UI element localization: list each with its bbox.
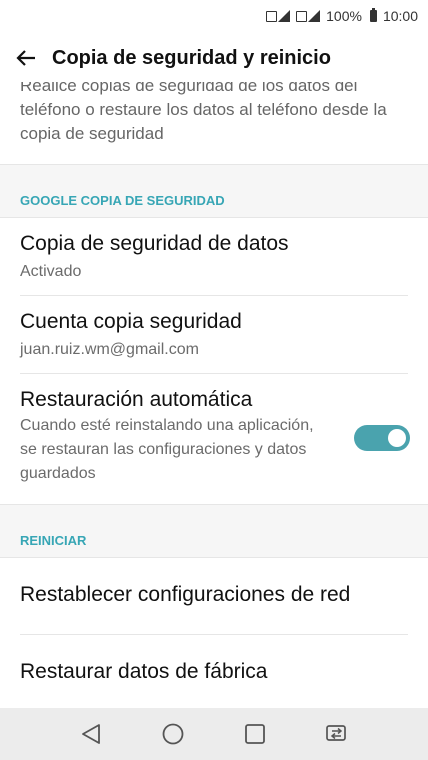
back-icon[interactable] xyxy=(71,714,111,754)
backup-account-item[interactable]: Cuenta copia seguridad juan.ruiz.wm@gmai… xyxy=(0,296,428,374)
app-bar: Copia de seguridad y reinicio xyxy=(0,34,428,82)
item-subtitle: juan.ruiz.wm@gmail.com xyxy=(20,341,199,358)
back-arrow-icon[interactable] xyxy=(2,34,50,82)
reset-network-item[interactable]: Restablecer configuraciones de red xyxy=(0,558,428,635)
status-bar: 100% 10:00 xyxy=(0,0,428,32)
settings-list[interactable]: Realice copias de seguridad de los datos… xyxy=(0,82,428,708)
item-subtitle: Cuando esté reinstalando una aplicación,… xyxy=(20,417,314,482)
battery-icon xyxy=(369,8,377,22)
item-title: Restaurar datos de fábrica xyxy=(20,660,268,683)
section-header-reset: REINICIAR xyxy=(0,505,428,557)
dual-window-icon[interactable] xyxy=(317,714,357,754)
backup-data-item[interactable]: Copia de seguridad de datos Activado xyxy=(0,218,428,296)
item-title: Restauración automática xyxy=(20,388,253,411)
toggle-knob xyxy=(388,429,406,447)
clock: 10:00 xyxy=(382,8,418,24)
section-description: Realice copias de seguridad de los datos… xyxy=(20,82,387,143)
sim2-signal-icon xyxy=(296,10,321,22)
auto-restore-toggle[interactable] xyxy=(354,425,410,451)
item-title: Copia de seguridad de datos xyxy=(20,232,289,255)
page-title: Copia de seguridad y reinicio xyxy=(52,46,331,69)
recents-icon[interactable] xyxy=(235,714,275,754)
battery-percent: 100% xyxy=(326,8,362,24)
item-subtitle: Activado xyxy=(20,263,82,280)
home-icon[interactable] xyxy=(153,714,193,754)
item-title: Cuenta copia seguridad xyxy=(20,310,242,333)
auto-restore-item[interactable]: Restauración automática Cuando esté rein… xyxy=(0,374,428,504)
navigation-bar xyxy=(0,708,428,760)
section-header-google-backup: GOOGLE COPIA DE SEGURIDAD xyxy=(0,165,428,217)
factory-reset-item[interactable]: Restaurar datos de fábrica xyxy=(0,635,428,708)
item-title: Restablecer configuraciones de red xyxy=(20,583,351,606)
sim1-signal-icon xyxy=(266,10,291,22)
